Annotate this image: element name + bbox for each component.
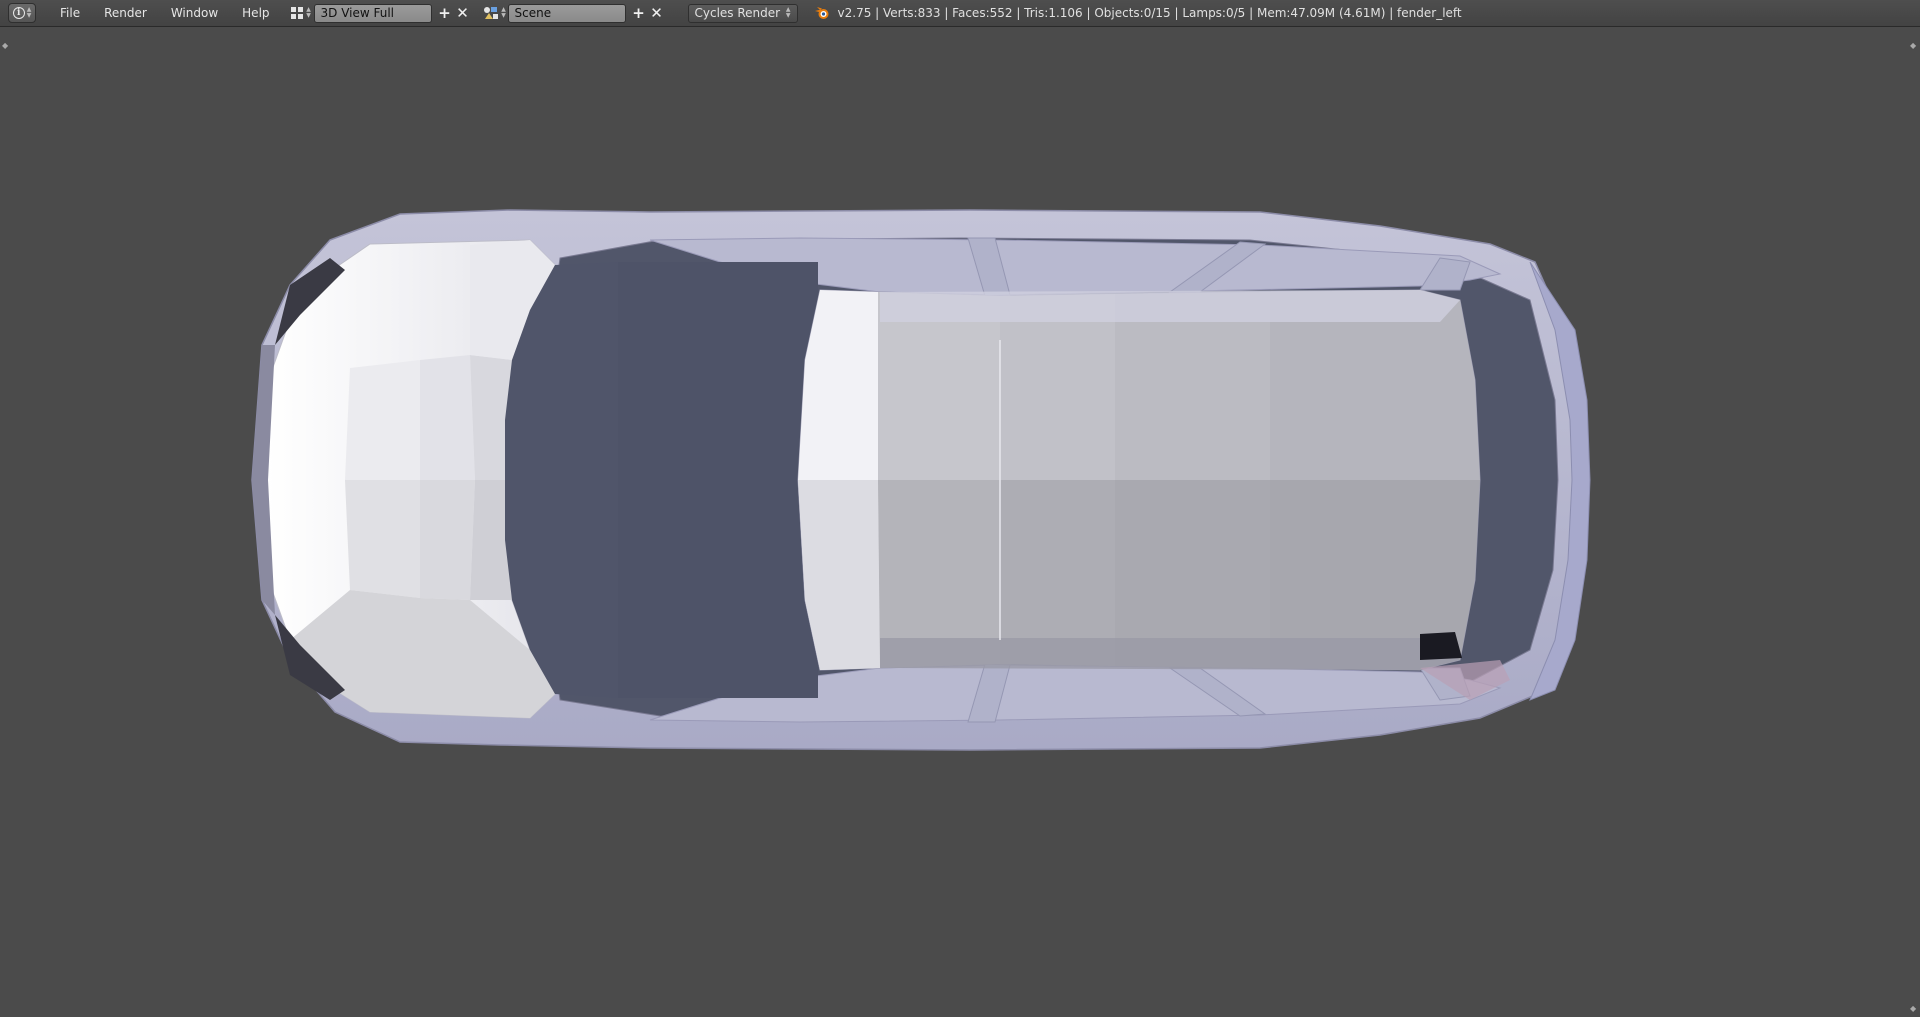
updown-arrows-icon: ▲ ▼ <box>785 6 791 19</box>
add-screen-button[interactable]: + <box>436 4 454 23</box>
floor-strip <box>618 262 818 698</box>
roof-top-rim <box>880 290 1460 322</box>
scene-selector[interactable]: ▲ ▼ <box>482 3 508 23</box>
scene-icon <box>484 7 499 19</box>
menu-render[interactable]: Render <box>92 0 159 27</box>
blender-window: i ▲ ▼ File Render Window Help ▲ ▼ 3D View … <box>0 0 1920 1017</box>
delete-screen-button[interactable]: ✕ <box>454 4 472 23</box>
render-engine-dropdown[interactable]: Cycles Render ▲ ▼ <box>687 3 798 23</box>
info-header: i ▲ ▼ File Render Window Help ▲ ▼ 3D View … <box>0 0 1920 27</box>
render-engine-label: Cycles Render <box>694 5 781 20</box>
blender-logo-icon <box>814 7 829 19</box>
hood-facet-5 <box>420 480 475 600</box>
plus-icon: + <box>632 4 645 22</box>
updown-arrows-icon: ▲ ▼ <box>306 6 311 19</box>
info-icon: i <box>12 7 25 19</box>
layout-grid-icon <box>291 7 304 19</box>
add-scene-button[interactable]: + <box>630 4 648 23</box>
menu-file[interactable]: File <box>48 0 92 27</box>
updown-arrows-icon: ▲ ▼ <box>26 6 32 19</box>
updown-arrows-icon: ▲ ▼ <box>501 6 506 19</box>
main-menu: File Render Window Help <box>48 0 282 27</box>
3d-viewport[interactable]: ◆ ◆ ◆ <box>0 28 1920 1017</box>
scene-name-field[interactable]: Scene <box>507 3 626 23</box>
editor-type-selector[interactable]: i ▲ ▼ <box>8 3 36 23</box>
menu-help[interactable]: Help <box>230 0 281 27</box>
hood-facet-4 <box>345 480 420 598</box>
scene-statistics: v2.75 | Verts:833 | Faces:552 | Tris:1.1… <box>837 6 1462 20</box>
screen-layout-name-field[interactable]: 3D View Full <box>313 3 432 23</box>
screen-layout-selector[interactable]: ▲ ▼ <box>288 3 314 23</box>
close-icon: ✕ <box>650 4 663 22</box>
plus-icon: + <box>438 4 451 22</box>
roof-bottom-rim <box>880 638 1460 670</box>
hood-facet-1 <box>345 360 420 480</box>
close-icon: ✕ <box>456 4 469 22</box>
menu-window[interactable]: Window <box>159 0 230 27</box>
hood-facet-2 <box>420 355 475 480</box>
delete-scene-button[interactable]: ✕ <box>648 4 666 23</box>
car-body-model[interactable] <box>0 28 1920 1017</box>
rear-dark-patch <box>1420 632 1462 660</box>
